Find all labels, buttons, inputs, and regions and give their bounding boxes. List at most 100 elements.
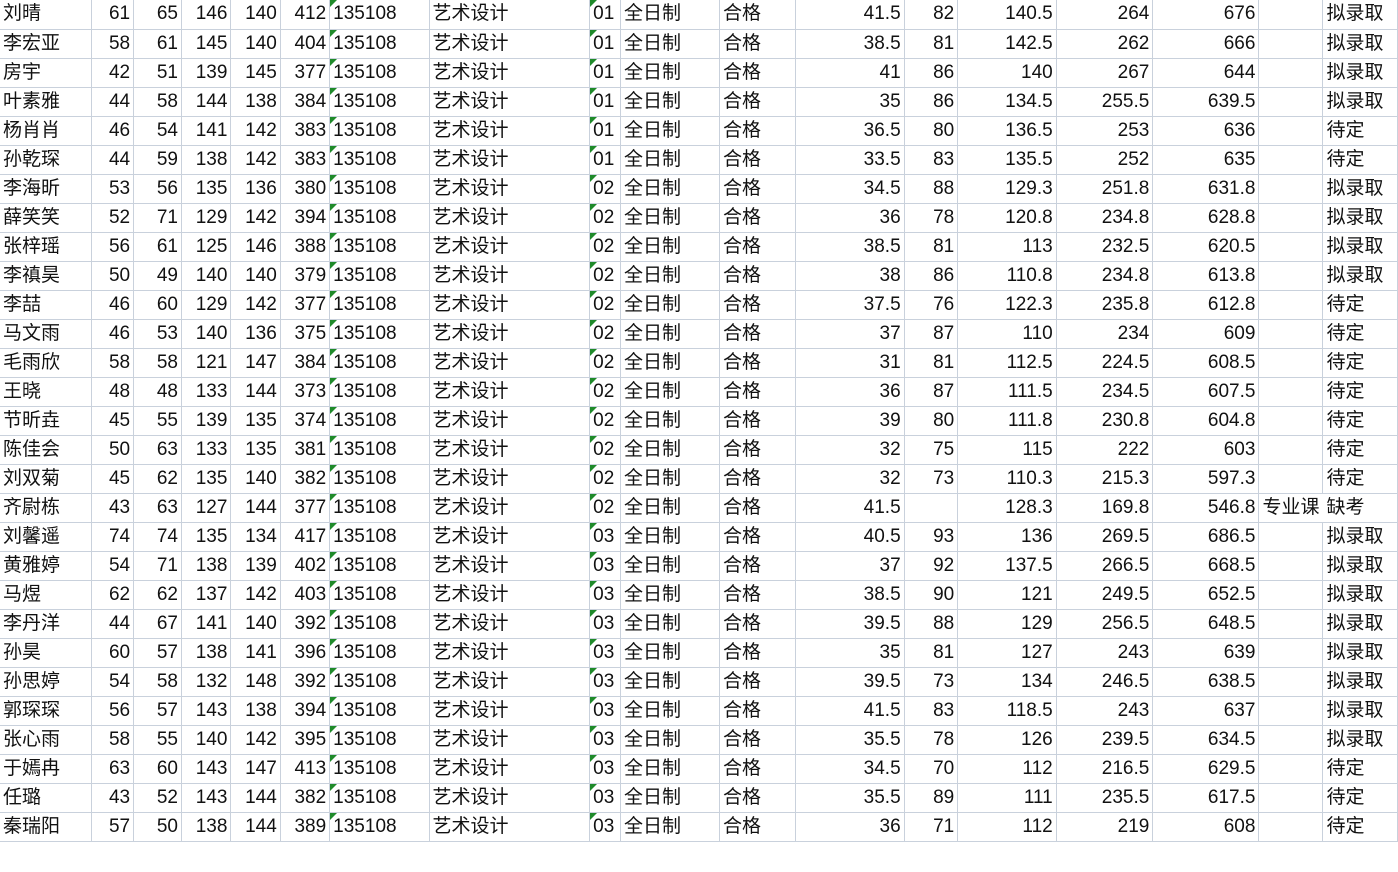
cell-p4[interactable]: 243 (1056, 638, 1154, 668)
cell-p5[interactable]: 639 (1152, 638, 1260, 668)
cell-major[interactable]: 艺术设计 (429, 29, 591, 59)
cell-p1[interactable]: 41 (795, 58, 905, 88)
cell-p5[interactable]: 631.8 (1152, 174, 1260, 204)
cell-p5[interactable]: 546.8 (1152, 493, 1260, 523)
cell-p3[interactable]: 140.5 (957, 0, 1057, 30)
cell-major[interactable]: 艺术设计 (429, 580, 591, 610)
cell-p3[interactable]: 135.5 (957, 145, 1057, 175)
cell-p2[interactable]: 93 (904, 522, 959, 552)
cell-p1[interactable]: 36 (795, 203, 905, 233)
cell-mode[interactable]: 全日制 (620, 783, 721, 813)
cell-p1[interactable]: 38.5 (795, 232, 905, 262)
cell-note[interactable] (1258, 609, 1324, 639)
cell-note[interactable] (1258, 464, 1324, 494)
cell-major[interactable]: 艺术设计 (429, 319, 591, 349)
cell-s1[interactable]: 48 (91, 377, 135, 407)
cell-result[interactable]: 拟录取 (1322, 696, 1398, 726)
cell-dir[interactable]: 01 (589, 87, 621, 117)
cell-s3[interactable]: 140 (181, 319, 232, 349)
cell-mode[interactable]: 全日制 (620, 0, 721, 30)
cell-major[interactable]: 艺术设计 (429, 261, 591, 291)
cell-mode[interactable]: 全日制 (620, 493, 721, 523)
cell-code[interactable]: 135108 (329, 522, 430, 552)
cell-p4[interactable]: 224.5 (1056, 348, 1154, 378)
cell-note[interactable] (1258, 551, 1324, 581)
cell-major[interactable]: 艺术设计 (429, 203, 591, 233)
cell-major[interactable]: 艺术设计 (429, 783, 591, 813)
cell-p1[interactable]: 32 (795, 464, 905, 494)
cell-name[interactable]: 秦瑞阳 (0, 812, 92, 842)
cell-mode[interactable]: 全日制 (620, 580, 721, 610)
cell-p4[interactable]: 267 (1056, 58, 1154, 88)
cell-major[interactable]: 艺术设计 (429, 58, 591, 88)
cell-s4[interactable]: 136 (230, 174, 281, 204)
cell-p1[interactable]: 31 (795, 348, 905, 378)
cell-p2[interactable]: 81 (904, 348, 959, 378)
cell-status[interactable]: 合格 (719, 145, 797, 175)
cell-name[interactable]: 节昕垚 (0, 406, 92, 436)
cell-total[interactable]: 377 (280, 493, 331, 523)
cell-status[interactable]: 合格 (719, 377, 797, 407)
cell-p2[interactable]: 89 (904, 783, 959, 813)
cell-dir[interactable]: 03 (589, 580, 621, 610)
cell-total[interactable]: 392 (280, 609, 331, 639)
cell-name[interactable]: 任璐 (0, 783, 92, 813)
cell-dir[interactable]: 02 (589, 203, 621, 233)
cell-s2[interactable]: 67 (133, 609, 182, 639)
cell-s3[interactable]: 146 (181, 0, 232, 30)
cell-s4[interactable]: 140 (230, 261, 281, 291)
cell-s3[interactable]: 140 (181, 725, 232, 755)
cell-code[interactable]: 135108 (329, 116, 430, 146)
cell-status[interactable]: 合格 (719, 0, 797, 30)
cell-total[interactable]: 381 (280, 435, 331, 465)
cell-mode[interactable]: 全日制 (620, 696, 721, 726)
cell-mode[interactable]: 全日制 (620, 58, 721, 88)
cell-p5[interactable]: 607.5 (1152, 377, 1260, 407)
cell-s1[interactable]: 53 (91, 174, 135, 204)
cell-mode[interactable]: 全日制 (620, 464, 721, 494)
cell-p2[interactable]: 88 (904, 609, 959, 639)
cell-s1[interactable]: 57 (91, 812, 135, 842)
cell-code[interactable]: 135108 (329, 551, 430, 581)
cell-p3[interactable]: 111.8 (957, 406, 1057, 436)
cell-s2[interactable]: 60 (133, 754, 182, 784)
cell-p4[interactable]: 235.8 (1056, 290, 1154, 320)
cell-p5[interactable]: 609 (1152, 319, 1260, 349)
cell-s1[interactable]: 54 (91, 551, 135, 581)
cell-name[interactable]: 陈佳会 (0, 435, 92, 465)
cell-major[interactable]: 艺术设计 (429, 812, 591, 842)
cell-p1[interactable]: 38.5 (795, 580, 905, 610)
cell-p5[interactable]: 639.5 (1152, 87, 1260, 117)
cell-name[interactable]: 于嫣冉 (0, 754, 92, 784)
cell-p3[interactable]: 110 (957, 319, 1057, 349)
cell-status[interactable]: 合格 (719, 609, 797, 639)
cell-mode[interactable]: 全日制 (620, 377, 721, 407)
cell-dir[interactable]: 03 (589, 667, 621, 697)
cell-dir[interactable]: 01 (589, 116, 621, 146)
cell-s4[interactable]: 144 (230, 783, 281, 813)
cell-status[interactable]: 合格 (719, 261, 797, 291)
cell-s4[interactable]: 145 (230, 58, 281, 88)
cell-dir[interactable]: 03 (589, 812, 621, 842)
cell-dir[interactable]: 02 (589, 232, 621, 262)
cell-name[interactable]: 张心雨 (0, 725, 92, 755)
cell-result[interactable]: 拟录取 (1322, 29, 1398, 59)
cell-total[interactable]: 377 (280, 58, 331, 88)
cell-s2[interactable]: 57 (133, 638, 182, 668)
cell-total[interactable]: 374 (280, 406, 331, 436)
cell-p2[interactable]: 90 (904, 580, 959, 610)
cell-note[interactable] (1258, 87, 1324, 117)
cell-p3[interactable]: 112.5 (957, 348, 1057, 378)
cell-s3[interactable]: 143 (181, 783, 232, 813)
cell-dir[interactable]: 02 (589, 493, 621, 523)
cell-p3[interactable]: 137.5 (957, 551, 1057, 581)
cell-s3[interactable]: 133 (181, 435, 232, 465)
cell-p1[interactable]: 41.5 (795, 0, 905, 30)
cell-p3[interactable]: 140 (957, 58, 1057, 88)
cell-major[interactable]: 艺术设计 (429, 348, 591, 378)
cell-p2[interactable]: 83 (904, 145, 959, 175)
cell-mode[interactable]: 全日制 (620, 812, 721, 842)
cell-p3[interactable]: 142.5 (957, 29, 1057, 59)
cell-dir[interactable]: 02 (589, 464, 621, 494)
cell-code[interactable]: 135108 (329, 348, 430, 378)
